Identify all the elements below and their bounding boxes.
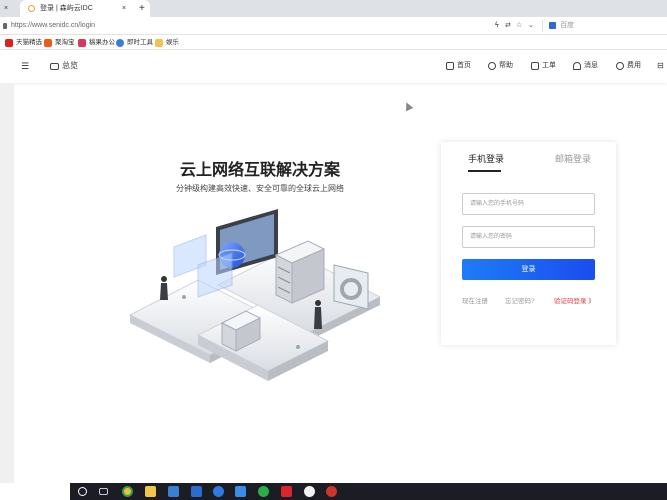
bookmark-icon xyxy=(44,38,52,47)
hero-subtitle: 分钟级构建高效快速、安全可靠的全球云上网络 xyxy=(176,184,344,193)
nav-ticket-label: 工单 xyxy=(542,62,556,69)
bookmark-icon xyxy=(5,38,13,47)
app-k-icon[interactable] xyxy=(213,486,224,497)
bookmark-label: 娱乐 xyxy=(166,39,179,46)
recorder-icon[interactable] xyxy=(326,486,337,497)
login-card: 手机登录 邮箱登录 请输入您的手机号码 请输入您的密码 登录 现在注册 忘记密码… xyxy=(441,142,616,345)
password-placeholder: 请输入您的密码 xyxy=(470,234,513,240)
new-tab-button[interactable]: + xyxy=(139,0,145,17)
bookmark-item[interactable]: 娱乐 xyxy=(155,37,179,48)
menu-toggle-icon[interactable]: ☰ xyxy=(21,61,29,71)
bookmark-label: 天猫精选 xyxy=(16,39,42,46)
mail-icon[interactable] xyxy=(191,486,202,497)
bookmark-item[interactable]: 稿果办公 xyxy=(78,37,115,48)
search-circle-icon[interactable] xyxy=(78,487,87,496)
close-tab-icon[interactable]: × xyxy=(4,0,8,17)
bell-icon xyxy=(573,62,581,70)
home-screen-icon xyxy=(446,62,454,70)
monitor-icon xyxy=(50,62,59,70)
nav-messages-label: 消息 xyxy=(584,62,598,69)
bookmark-label: 聚淘宝 xyxy=(55,39,75,46)
wechat-icon[interactable] xyxy=(258,486,269,497)
overview-link[interactable]: 总览 xyxy=(50,60,78,72)
mouse-cursor-icon xyxy=(402,100,414,112)
tab-phone-login[interactable]: 手机登录 xyxy=(468,152,504,165)
url-field[interactable]: https://www.senidc.cn/login xyxy=(11,17,95,35)
tab-email-login[interactable]: 邮箱登录 xyxy=(555,152,591,165)
bookmark-icon xyxy=(116,38,124,47)
taskbar xyxy=(70,483,667,500)
lock-icon xyxy=(3,23,7,29)
task-view-icon[interactable] xyxy=(99,488,108,495)
browser-tab-bar: × 登录 | 森屿云IDC × + xyxy=(0,0,667,17)
site-header: ☰ 总览 首页 帮助 工单 消息 费用 ⊟ xyxy=(0,50,667,83)
file-explorer-icon[interactable] xyxy=(145,486,156,497)
search-box[interactable]: 百度 xyxy=(542,20,667,32)
bookmark-item[interactable]: 聚淘宝 xyxy=(44,37,75,48)
cart-icon[interactable]: ⊟ xyxy=(657,61,664,71)
search-placeholder: 百度 xyxy=(560,22,574,29)
active-tab-indicator xyxy=(468,170,501,172)
share-icon[interactable]: ⇄ xyxy=(505,17,511,35)
bookmark-item[interactable]: 即时工具 xyxy=(116,37,153,48)
nav-ticket[interactable]: 工单 xyxy=(531,60,556,72)
nav-fees-label: 费用 xyxy=(627,62,641,69)
ticket-icon xyxy=(531,62,539,70)
nav-home-label: 首页 xyxy=(457,62,471,69)
help-icon xyxy=(488,62,496,70)
bookmark-item[interactable]: 天猫精选 xyxy=(5,37,42,48)
baidu-icon xyxy=(549,22,556,29)
phone-input[interactable]: 请输入您的手机号码 xyxy=(462,193,595,215)
lightning-icon[interactable]: ϟ xyxy=(495,17,499,35)
app-check-icon[interactable] xyxy=(235,486,246,497)
login-button[interactable]: 登录 xyxy=(462,259,595,280)
bookmark-icon xyxy=(78,38,86,47)
nav-messages[interactable]: 消息 xyxy=(573,60,598,72)
bookmarks-bar: 天猫精选 聚淘宝 稿果办公 即时工具 娱乐 xyxy=(0,35,667,50)
overview-label: 总览 xyxy=(62,61,78,70)
bookmark-label: 稿果办公 xyxy=(89,39,115,46)
code-login-link[interactable]: 验证码登录 》 xyxy=(554,295,595,305)
nav-fees[interactable]: 费用 xyxy=(616,60,641,72)
nav-help-label: 帮助 xyxy=(499,62,513,69)
phone-placeholder: 请输入您的手机号码 xyxy=(470,201,525,207)
site-favicon-icon xyxy=(28,5,35,12)
register-link[interactable]: 现在注册 xyxy=(462,295,488,305)
browser-tab-active[interactable]: 登录 | 森屿云IDC × xyxy=(20,0,150,17)
address-bar: https://www.senidc.cn/login ϟ ⇄ ☆ ⌄ 百度 xyxy=(0,17,667,35)
forgot-password-link[interactable]: 忘记密码? xyxy=(505,295,535,305)
store-icon[interactable] xyxy=(168,486,179,497)
hero-title: 云上网络互联解决方案 xyxy=(179,162,340,179)
folder-icon xyxy=(155,38,163,47)
tab-title: 登录 | 森屿云IDC xyxy=(40,5,93,12)
wps-icon[interactable] xyxy=(281,486,292,497)
password-input[interactable]: 请输入您的密码 xyxy=(462,226,595,248)
bookmark-label: 即时工具 xyxy=(127,39,153,46)
browser-app-icon[interactable] xyxy=(304,486,315,497)
chevron-down-icon[interactable]: ⌄ xyxy=(528,17,534,35)
coin-icon xyxy=(616,62,624,70)
chrome-icon[interactable] xyxy=(122,486,133,497)
cloud-network-illustration xyxy=(128,209,382,381)
left-sidebar-strip xyxy=(0,83,14,483)
nav-home[interactable]: 首页 xyxy=(446,60,471,72)
close-active-tab-icon[interactable]: × xyxy=(122,0,126,17)
star-icon[interactable]: ☆ xyxy=(516,17,522,35)
nav-help[interactable]: 帮助 xyxy=(488,60,513,72)
